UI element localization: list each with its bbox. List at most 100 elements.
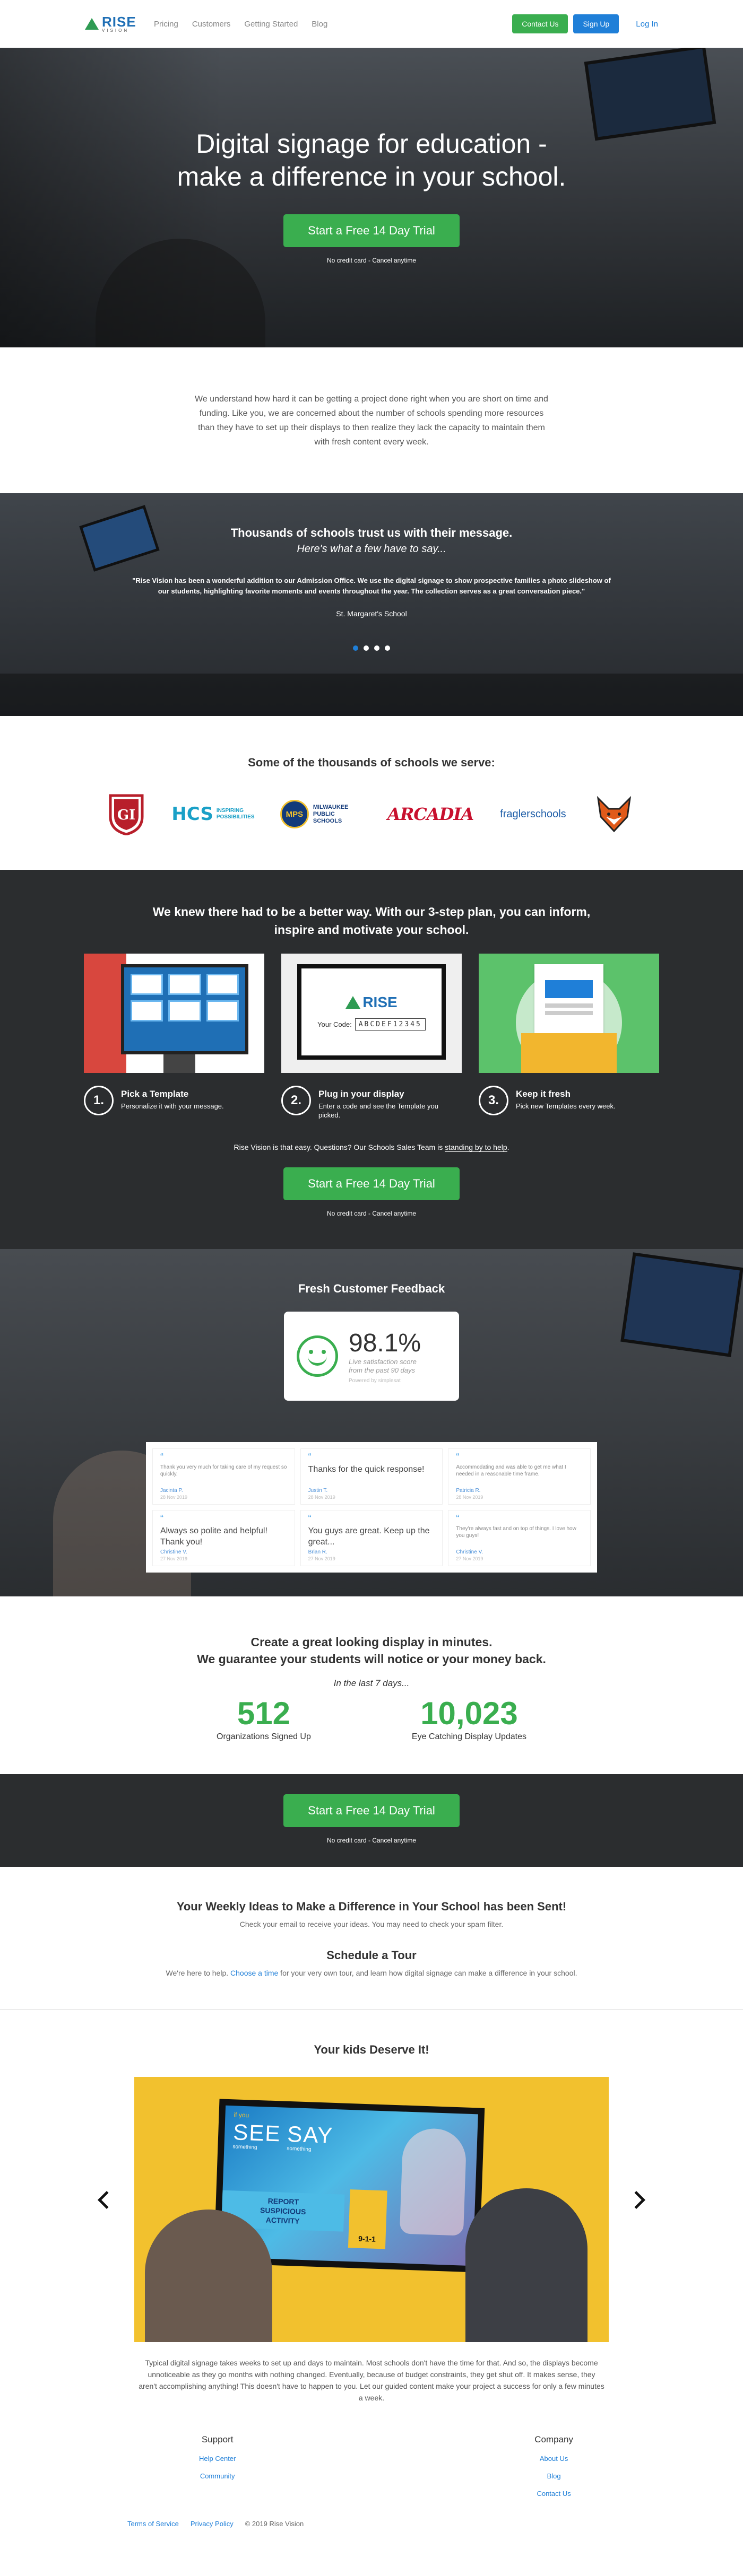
smiley-icon bbox=[297, 1335, 338, 1377]
steps-easy-text: Rise Vision is that easy. Questions? Our… bbox=[234, 1143, 509, 1152]
image-slider: if you SEE something SAY something REPOR… bbox=[88, 2077, 655, 2342]
stat-organizations: 512 Organizations Signed Up bbox=[217, 1696, 311, 1741]
rise-vision-logo[interactable]: RISE VISION bbox=[85, 15, 143, 33]
standing-by-link[interactable]: standing by to help bbox=[445, 1143, 507, 1152]
sign-up-button[interactable]: Sign Up bbox=[573, 14, 619, 33]
feedback-title: Fresh Customer Feedback bbox=[298, 1282, 445, 1295]
ideas-sent-title: Your Weekly Ideas to Make a Difference i… bbox=[176, 1900, 567, 1913]
feedback-card: “ They're always fast and on top of thin… bbox=[448, 1510, 591, 1566]
blog-link[interactable]: Blog bbox=[534, 2472, 573, 2480]
intro-text: We understand how hard it can be getting… bbox=[195, 394, 548, 447]
community-link[interactable]: Community bbox=[199, 2472, 236, 2480]
quote-icon: “ bbox=[308, 1513, 312, 1524]
nav-link-getting-started[interactable]: Getting Started bbox=[244, 20, 298, 29]
step-2-image: RISE Your Code: ABCDEF12345 bbox=[281, 954, 462, 1073]
schedule-tour-title: Schedule a Tour bbox=[326, 1949, 417, 1962]
step-2-code-value: ABCDEF12345 bbox=[355, 1018, 426, 1031]
school-logo-mps-text: MPS bbox=[280, 800, 309, 828]
powered-by-simplesat: Powered by simplesat bbox=[349, 1378, 401, 1384]
step-3-number: 3. bbox=[479, 1086, 508, 1115]
school-logo-arcadia-text: ARCADIA bbox=[387, 804, 474, 824]
carousel-dot-2[interactable] bbox=[364, 645, 369, 651]
carousel-dot-1[interactable] bbox=[353, 645, 358, 651]
help-center-link[interactable]: Help Center bbox=[199, 2455, 236, 2463]
testimonial-author: St. Margaret's School bbox=[336, 609, 407, 618]
step-3-image bbox=[479, 954, 659, 1073]
fox-icon bbox=[597, 796, 631, 833]
feedback-card: “ Always so polite and helpful! Thank yo… bbox=[152, 1510, 295, 1566]
log-in-link[interactable]: Log In bbox=[636, 20, 658, 29]
step-1: 1. Pick a Template Personalize it with y… bbox=[84, 954, 264, 1120]
quote-icon: “ bbox=[456, 1513, 460, 1524]
schools-section: Some of the thousands of schools we serv… bbox=[0, 716, 743, 870]
chevron-right-icon[interactable] bbox=[627, 2191, 645, 2209]
stat-display-updates: 10,023 Eye Catching Display Updates bbox=[411, 1696, 526, 1741]
student-image bbox=[145, 2210, 272, 2342]
footer: Support Help Center Community Company Ab… bbox=[0, 2392, 743, 2556]
school-logo-hcs: HCS INSPIRING POSSIBILITIES bbox=[171, 793, 254, 835]
carousel-dot-4[interactable] bbox=[385, 645, 390, 651]
nav-links: Pricing Customers Getting Started Blog bbox=[154, 20, 327, 29]
step-2: RISE Your Code: ABCDEF12345 2. Plug in y… bbox=[281, 954, 462, 1120]
school-logo-gi: GI bbox=[108, 793, 145, 835]
school-logo-mps: MPS MILWAUKEE PUBLIC SCHOOLS bbox=[280, 793, 361, 835]
step-3: 3. Keep it fresh Pick new Templates ever… bbox=[479, 954, 659, 1120]
school-logo-hcs-text: HCS bbox=[171, 804, 213, 825]
quote-icon: “ bbox=[160, 1513, 163, 1524]
guarantee-section: Create a great looking display in minute… bbox=[0, 1596, 743, 1774]
step-2-number: 2. bbox=[281, 1086, 311, 1115]
copyright: © 2019 Rise Vision bbox=[245, 2520, 304, 2528]
step-2-logo-text: RISE bbox=[362, 993, 398, 1010]
school-logo-fragler-text: fraglerschools bbox=[500, 808, 566, 820]
testimonial-quote: "Rise Vision has been a wonderful additi… bbox=[132, 577, 611, 595]
choose-a-time-link[interactable]: Choose a time bbox=[230, 1969, 278, 1977]
feedback-card: “ Accommodating and was able to get me w… bbox=[448, 1448, 591, 1505]
step-1-image bbox=[84, 954, 264, 1073]
hero-no-credit-note: No credit card - Cancel anytime bbox=[326, 257, 417, 264]
phone-icon: 9-1-1 bbox=[348, 2189, 387, 2249]
steps-trial-button[interactable]: Start a Free 14 Day Trial bbox=[283, 1167, 460, 1200]
top-nav: RISE VISION Pricing Customers Getting St… bbox=[0, 0, 743, 48]
band-trial-button[interactable]: Start a Free 14 Day Trial bbox=[283, 1794, 460, 1827]
school-logos: GI HCS INSPIRING POSSIBILITIES MPS MILWA… bbox=[0, 793, 743, 835]
step-3-title: Keep it fresh bbox=[516, 1089, 571, 1099]
step-2-code-label: Your Code: bbox=[317, 1020, 352, 1028]
schedule-tour-text: We're here to help. Choose a time for yo… bbox=[166, 1969, 577, 1977]
step-2-title: Plug in your display bbox=[318, 1089, 404, 1099]
nav-link-blog[interactable]: Blog bbox=[312, 20, 327, 29]
testimonial-subtitle: Here's what a few have to say... bbox=[297, 543, 446, 555]
feedback-card: “ You guys are great. Keep up the great.… bbox=[300, 1510, 443, 1566]
chevron-left-icon[interactable] bbox=[98, 2191, 116, 2209]
cta-band: Start a Free 14 Day Trial No credit card… bbox=[0, 1774, 743, 1867]
terms-link[interactable]: Terms of Service bbox=[127, 2520, 179, 2528]
contact-us-button[interactable]: Contact Us bbox=[512, 14, 568, 33]
step-1-desc: Personalize it with your message. bbox=[121, 1102, 224, 1110]
about-us-link[interactable]: About Us bbox=[534, 2455, 573, 2463]
intro-section: We understand how hard it can be getting… bbox=[0, 347, 743, 493]
satisfaction-score-card: 98.1% Live satisfaction score from the p… bbox=[284, 1312, 459, 1401]
guarantee-title: Create a great looking display in minute… bbox=[197, 1635, 546, 1666]
teacher-image bbox=[465, 2188, 588, 2342]
logo-subtext: VISION bbox=[102, 28, 129, 33]
testimonial-title: Thousands of schools trust us with their… bbox=[230, 526, 513, 539]
school-logo-fox bbox=[593, 793, 635, 835]
steps-no-credit-note: No credit card - Cancel anytime bbox=[326, 1210, 417, 1217]
carousel-dot-3[interactable] bbox=[374, 645, 379, 651]
nav-link-customers[interactable]: Customers bbox=[192, 20, 231, 29]
kids-title: Your kids Deserve It! bbox=[314, 2043, 429, 2056]
ideas-sent-section: Your Weekly Ideas to Make a Difference i… bbox=[0, 1867, 743, 2010]
nav-link-pricing[interactable]: Pricing bbox=[154, 20, 178, 29]
kids-section: Your kids Deserve It! if you SEE somethi… bbox=[0, 2010, 743, 2402]
footer-company: Company About Us Blog Contact Us bbox=[534, 2434, 573, 2498]
steps-section: We knew there had to be a better way. Wi… bbox=[0, 870, 743, 1249]
testimonial-section: Thousands of schools trust us with their… bbox=[0, 493, 743, 716]
hero-trial-button[interactable]: Start a Free 14 Day Trial bbox=[283, 214, 460, 247]
contact-us-link[interactable]: Contact Us bbox=[534, 2490, 573, 2498]
envelope-icon bbox=[521, 1033, 617, 1073]
school-logo-gi-text: GI bbox=[117, 807, 135, 823]
step-3-desc: Pick new Templates every week. bbox=[516, 1102, 616, 1110]
slider-image: if you SEE something SAY something REPOR… bbox=[134, 2077, 609, 2342]
shield-icon: GI bbox=[109, 794, 144, 835]
privacy-link[interactable]: Privacy Policy bbox=[191, 2520, 234, 2528]
feedback-card: “ Thank you very much for taking care of… bbox=[152, 1448, 295, 1505]
